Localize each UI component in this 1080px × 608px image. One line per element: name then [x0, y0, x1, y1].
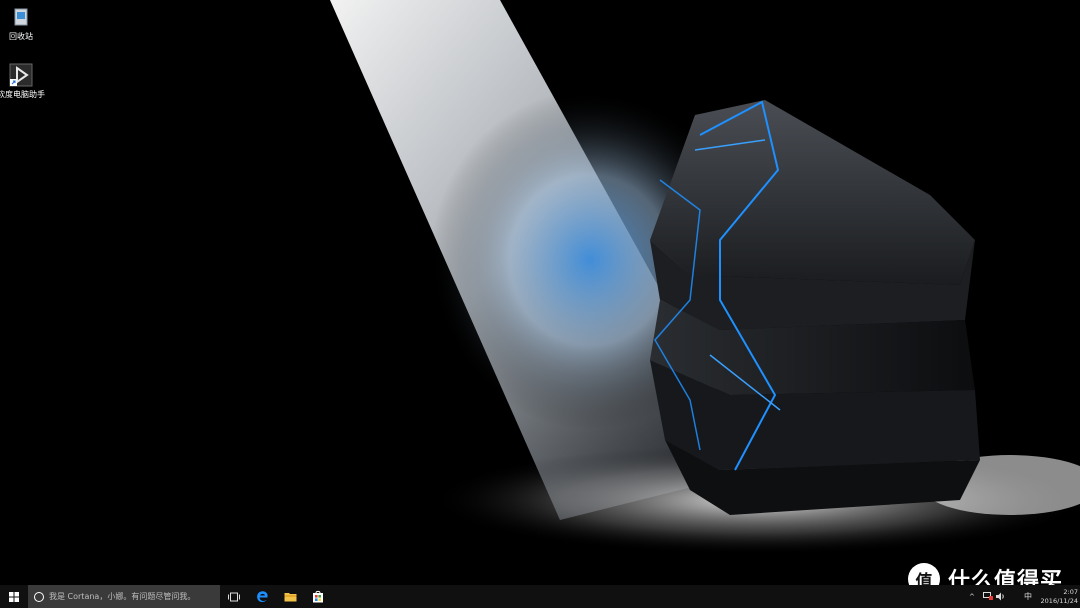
recycle-bin-icon: [14, 8, 28, 26]
tray-volume[interactable]: [996, 585, 1006, 608]
tray-overflow-chevron[interactable]: ^: [969, 585, 975, 608]
clock-date: 2016/11/24: [1040, 596, 1078, 605]
edge-taskbar-button[interactable]: [248, 585, 276, 608]
desktop-icon-label: 回收站: [9, 32, 33, 41]
desktop: 回收站 软度电脑助手 值 什么值得买: [0, 0, 1080, 585]
watermark-badge: 值: [908, 563, 940, 585]
file-explorer-taskbar-button[interactable]: [276, 585, 304, 608]
search-placeholder: 我是 Cortana，小娜。有问题尽管问我。: [49, 592, 196, 601]
desktop-icon-pc-assistant[interactable]: 软度电脑助手: [0, 62, 46, 100]
desktop-icon-recycle-bin[interactable]: 回收站: [0, 4, 46, 42]
store-taskbar-button[interactable]: [304, 585, 332, 608]
watermark-text: 什么值得买: [948, 569, 1064, 585]
network-warning-icon: [983, 592, 993, 600]
edge-browser-icon: [256, 591, 267, 603]
task-view-icon: [228, 592, 240, 601]
taskbar: 我是 Cortana，小娜。有问题尽管问我。 ^ 中 2:07 2016/11/…: [0, 585, 1080, 608]
chevron-up-icon: ^: [969, 592, 975, 601]
tray-input-method[interactable]: 中: [1024, 585, 1032, 608]
wallpaper: [0, 0, 1080, 585]
tray-network[interactable]: [983, 585, 993, 608]
speaker-icon: [996, 592, 1004, 601]
tray-clock[interactable]: 2:07 2016/11/24: [1034, 585, 1078, 608]
cortana-ring-icon: [34, 591, 44, 602]
watermark: 值 什么值得买: [908, 563, 1063, 585]
windows-logo-icon: [9, 591, 19, 602]
cortana-search-box[interactable]: 我是 Cortana，小娜。有问题尽管问我。: [28, 585, 220, 608]
clock-time: 2:07: [1063, 587, 1078, 596]
pc-assistant-shortcut-icon: [9, 63, 33, 87]
store-bag-icon: [313, 590, 323, 603]
start-button[interactable]: [0, 585, 28, 608]
desktop-icon-label: 软度电脑助手: [0, 90, 45, 99]
task-view-button[interactable]: [220, 585, 248, 608]
ime-indicator: 中: [1024, 592, 1032, 601]
folder-icon: [284, 593, 296, 602]
